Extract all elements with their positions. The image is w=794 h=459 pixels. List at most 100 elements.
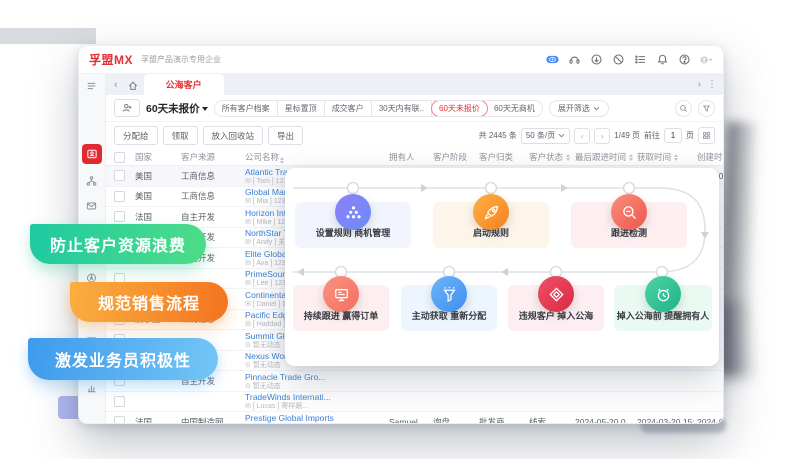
- sidebar-customer-card-icon[interactable]: [82, 144, 102, 164]
- workflow-step-label: 主动获取 重新分配: [412, 309, 487, 331]
- cell-country: 美国: [132, 190, 178, 202]
- toolbar-button-3[interactable]: 导出: [268, 126, 303, 145]
- quick-filter-2[interactable]: 成交客户: [325, 101, 372, 116]
- monitor-icon: [323, 276, 359, 312]
- column-header-3: 拥有人: [386, 151, 430, 163]
- sidebar-org-icon[interactable]: [86, 174, 99, 187]
- search-icon[interactable]: [675, 100, 692, 117]
- quick-filter-0[interactable]: 所有客户档案: [215, 101, 278, 116]
- column-settings-icon[interactable]: [698, 127, 715, 144]
- topbar-icons: [546, 53, 713, 66]
- row-checkbox[interactable]: [114, 416, 125, 423]
- column-header-5: 客户归类: [476, 151, 526, 163]
- marketing-screenshot: { "brand": {"logo": "孚盟MX", "subtitle": …: [0, 0, 794, 459]
- cell-company: Pinnacle Trade Gro...⊙ 暂无动态: [242, 371, 386, 391]
- knot-icon: [538, 276, 574, 312]
- workflow-step-top-2: 跟进检测: [571, 202, 687, 248]
- column-header-1: 客户来源: [178, 151, 242, 163]
- cell-country: 美国: [132, 170, 178, 182]
- cell-last-follow: 2024-05-20 0...: [572, 417, 634, 423]
- total-count: 共 2445 条: [479, 130, 517, 141]
- workflow-step-top-1: 启动规则: [433, 202, 549, 248]
- cell-status: 线索: [526, 416, 572, 423]
- toolbar-button-2[interactable]: 放入回收站: [203, 126, 264, 145]
- list-icon[interactable]: [634, 53, 647, 66]
- sort-icon[interactable]: [280, 157, 284, 164]
- table-header-row: 国家客户来源公司名称拥有人客户阶段客户归类客户状态最后跟进时间获取时间创建时间公…: [106, 149, 723, 166]
- workflow-step-label: 持续跟进 赢得订单: [304, 309, 379, 331]
- action-toolbar: 分配给领取放入回收站导出 共 2445 条 50 条/页 ‹ › 1/49 页 …: [106, 122, 723, 149]
- company-link[interactable]: TradeWinds Internati...: [245, 392, 383, 402]
- bell-icon[interactable]: [656, 53, 669, 66]
- tab-scroll-icon[interactable]: ›: [698, 79, 701, 90]
- avatar[interactable]: [700, 53, 713, 66]
- sidebar-mail-icon[interactable]: [86, 199, 99, 212]
- row-checkbox[interactable]: [114, 191, 125, 202]
- table-row[interactable]: 法国中国制造网Prestige Global Imports✉ [ Samuel…: [106, 412, 723, 423]
- toolbar-button-1[interactable]: 领取: [163, 126, 198, 145]
- sort-icon[interactable]: [629, 154, 633, 161]
- workflow-step-top-0: 设置规则 商机管理: [295, 202, 411, 248]
- more-vert-icon[interactable]: ⋮: [707, 79, 717, 90]
- goto-page-input[interactable]: 1: [664, 128, 682, 143]
- cell-source: 自主开发: [178, 211, 242, 223]
- next-page-button[interactable]: ›: [594, 128, 610, 144]
- workflow-step-label: 掉入公海前 提醒拥有人: [617, 309, 710, 331]
- page-indicator: 1/49 页: [614, 130, 640, 141]
- contact-add-icon[interactable]: [114, 99, 140, 117]
- background-strip: [0, 28, 96, 44]
- quick-filter-group: 所有客户档案星标置顶成交客户30天内有联..60天未报价60天无商机: [214, 100, 543, 117]
- home-icon[interactable]: [127, 79, 139, 91]
- column-header-7: 最后跟进时间: [572, 151, 634, 163]
- sidebar-menu-icon[interactable]: [86, 79, 99, 92]
- rocket-icon: [473, 194, 509, 230]
- help-circle-icon[interactable]: [678, 53, 691, 66]
- blocked-circle-icon[interactable]: [612, 53, 625, 66]
- company-note: ⊙ 暂无动态: [245, 382, 383, 391]
- table-row[interactable]: TradeWinds Internati...✉ [ Lucas ] 寄样跟..…: [106, 392, 723, 413]
- quick-filter-5[interactable]: 60天无商机: [487, 101, 542, 116]
- row-checkbox[interactable]: [114, 396, 125, 407]
- company-link[interactable]: Pinnacle Trade Gro...: [245, 372, 383, 382]
- workflow-step-bottom-0: 持续跟进 赢得订单: [293, 285, 389, 331]
- cell-stage: 询盘: [430, 416, 476, 423]
- row-checkbox[interactable]: [114, 211, 125, 222]
- pagination: 共 2445 条 50 条/页 ‹ › 1/49 页 前往 1 页: [479, 127, 715, 144]
- workflow-step-bottom-3: 掉入公海前 提醒拥有人: [614, 285, 712, 331]
- quick-filter-3[interactable]: 30天内有联..: [372, 101, 432, 116]
- cell-country: 法国: [132, 211, 178, 223]
- select-all-checkbox[interactable]: [114, 152, 125, 163]
- row-checkbox[interactable]: [114, 170, 125, 181]
- prev-page-button[interactable]: ‹: [574, 128, 590, 144]
- ribbon-motivate-sales: 激发业务员积极性: [28, 338, 218, 380]
- sort-icon[interactable]: [674, 154, 678, 161]
- cell-company: TradeWinds Internati...✉ [ Lucas ] 寄样跟..…: [242, 391, 386, 411]
- page-size-select[interactable]: 50 条/页: [521, 128, 570, 144]
- sort-icon[interactable]: [566, 154, 570, 161]
- quick-filter-1[interactable]: 星标置顶: [278, 101, 325, 116]
- download-circle-icon[interactable]: [590, 53, 603, 66]
- headset-icon[interactable]: [568, 53, 581, 66]
- column-header-2: 公司名称: [242, 150, 386, 164]
- view-selector[interactable]: 60天未报价: [146, 101, 208, 116]
- back-chevron-icon[interactable]: ‹: [110, 79, 122, 91]
- tab-public-customers[interactable]: 公海客户: [144, 74, 224, 95]
- workflow-card: 设置规则 商机管理启动规则跟进检测持续跟进 赢得订单 主动获取 重新分配 违规客户 …: [285, 168, 719, 366]
- expand-filter-button[interactable]: 展开筛选: [549, 100, 609, 117]
- column-header-6: 客户状态: [526, 151, 572, 163]
- column-header-8: 获取时间: [634, 151, 694, 163]
- toolbar-button-0[interactable]: 分配给: [114, 126, 158, 145]
- workflow-step-label: 违规客户 掉入公海: [519, 309, 594, 331]
- cell-country: 法国: [132, 416, 178, 423]
- brand-logo: 孚盟MX: [89, 51, 133, 68]
- filter-funnel-icon[interactable]: [698, 100, 715, 117]
- eye-badge-icon[interactable]: [546, 53, 559, 66]
- filter-bar: 60天未报价 所有客户档案星标置顶成交客户30天内有联..60天未报价60天无商…: [106, 95, 723, 122]
- tab-bar: ‹ 公海客户 › ⋮: [106, 74, 723, 95]
- workflow-step-bottom-2: 违规客户 掉入公海: [508, 285, 604, 331]
- cell-company: Prestige Global Imports✉ [ Samuel ] 测试(0…: [242, 412, 386, 423]
- column-header-0: 国家: [132, 151, 178, 163]
- company-link[interactable]: Prestige Global Imports: [245, 413, 383, 423]
- quick-filter-4[interactable]: 60天未报价: [431, 100, 488, 117]
- sidebar-chart-icon[interactable]: [86, 381, 99, 394]
